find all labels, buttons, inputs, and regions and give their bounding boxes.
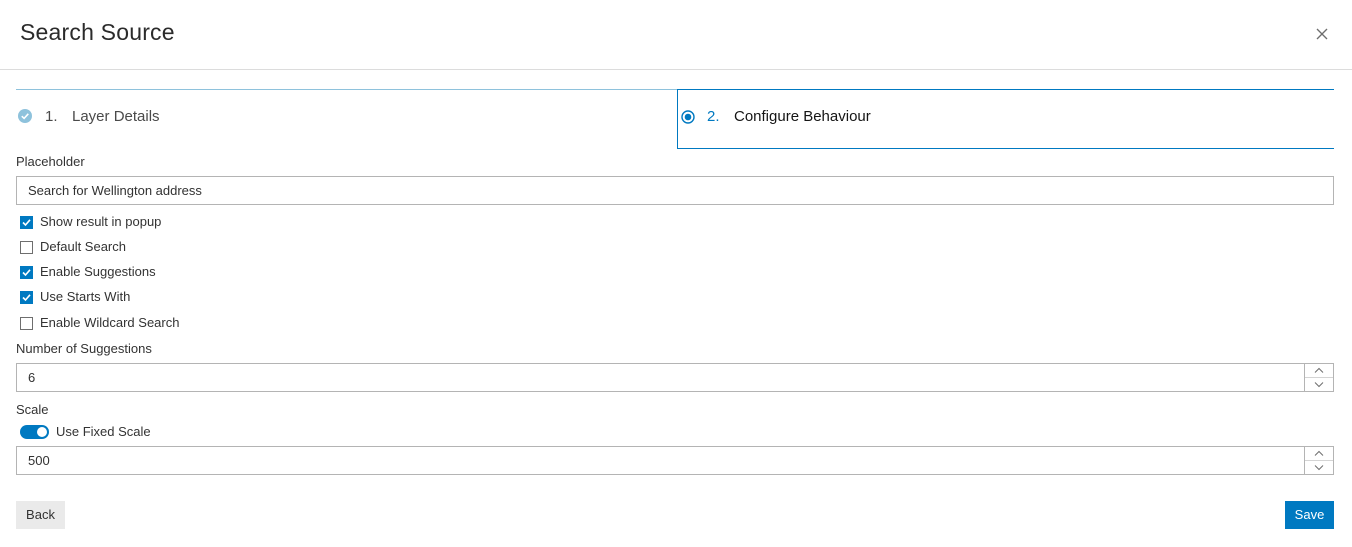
checkbox-unchecked-icon <box>20 241 33 254</box>
back-button[interactable]: Back <box>16 501 65 529</box>
number-of-suggestions-label: Number of Suggestions <box>16 341 152 356</box>
step-label: Configure Behaviour <box>734 108 871 125</box>
chevron-down-icon <box>1305 378 1333 391</box>
chevron-down-icon <box>1305 461 1333 474</box>
decrement-button[interactable] <box>1305 461 1333 474</box>
check-circle-icon <box>18 109 32 123</box>
scale-label: Scale <box>16 402 49 417</box>
increment-button[interactable] <box>1305 364 1333 378</box>
dialog-header: Search Source <box>0 0 1352 70</box>
checkbox-label: Use Starts With <box>40 289 131 304</box>
step-indicator: 1. Layer Details 2. Configure Behaviour <box>16 89 1334 149</box>
dialog-title: Search Source <box>20 19 175 45</box>
checkbox-label: Default Search <box>40 239 126 254</box>
radio-active-icon <box>681 110 695 124</box>
placeholder-label: Placeholder <box>16 154 85 169</box>
toggle-switch[interactable] <box>20 425 49 439</box>
scale-value: 500 <box>28 453 50 468</box>
step-number: 1. <box>45 108 58 125</box>
chevron-up-icon <box>1305 447 1333 460</box>
placeholder-input[interactable]: Search for Wellington address <box>16 176 1334 205</box>
scale-input[interactable]: 500 <box>16 446 1334 475</box>
checkbox-checked-icon <box>20 266 33 279</box>
checkbox-label: Show result in popup <box>40 214 162 229</box>
step-number: 2. <box>707 108 720 125</box>
checkbox-checked-icon <box>20 291 33 304</box>
checkbox-unchecked-icon <box>20 317 33 330</box>
number-spinner <box>1304 447 1333 474</box>
checkbox-label: Enable Wildcard Search <box>40 315 180 330</box>
toggle-knob <box>37 427 47 437</box>
number-spinner <box>1304 364 1333 391</box>
increment-button[interactable] <box>1305 447 1333 461</box>
step-label: Layer Details <box>72 108 160 125</box>
number-of-suggestions-input[interactable]: 6 <box>16 363 1334 392</box>
step-configure-behaviour[interactable]: 2. Configure Behaviour <box>677 89 1334 149</box>
search-source-dialog: Search Source 1. Layer Details 2. Config… <box>0 0 1352 547</box>
chevron-up-icon <box>1305 364 1333 377</box>
save-button[interactable]: Save <box>1285 501 1334 529</box>
checkbox-label: Enable Suggestions <box>40 264 156 279</box>
decrement-button[interactable] <box>1305 378 1333 391</box>
toggle-label: Use Fixed Scale <box>56 424 151 439</box>
close-icon <box>1312 24 1332 44</box>
number-of-suggestions-value: 6 <box>28 370 36 385</box>
close-button[interactable] <box>1312 24 1332 44</box>
step-layer-details[interactable]: 1. Layer Details <box>16 89 677 145</box>
checkbox-checked-icon <box>20 216 33 229</box>
